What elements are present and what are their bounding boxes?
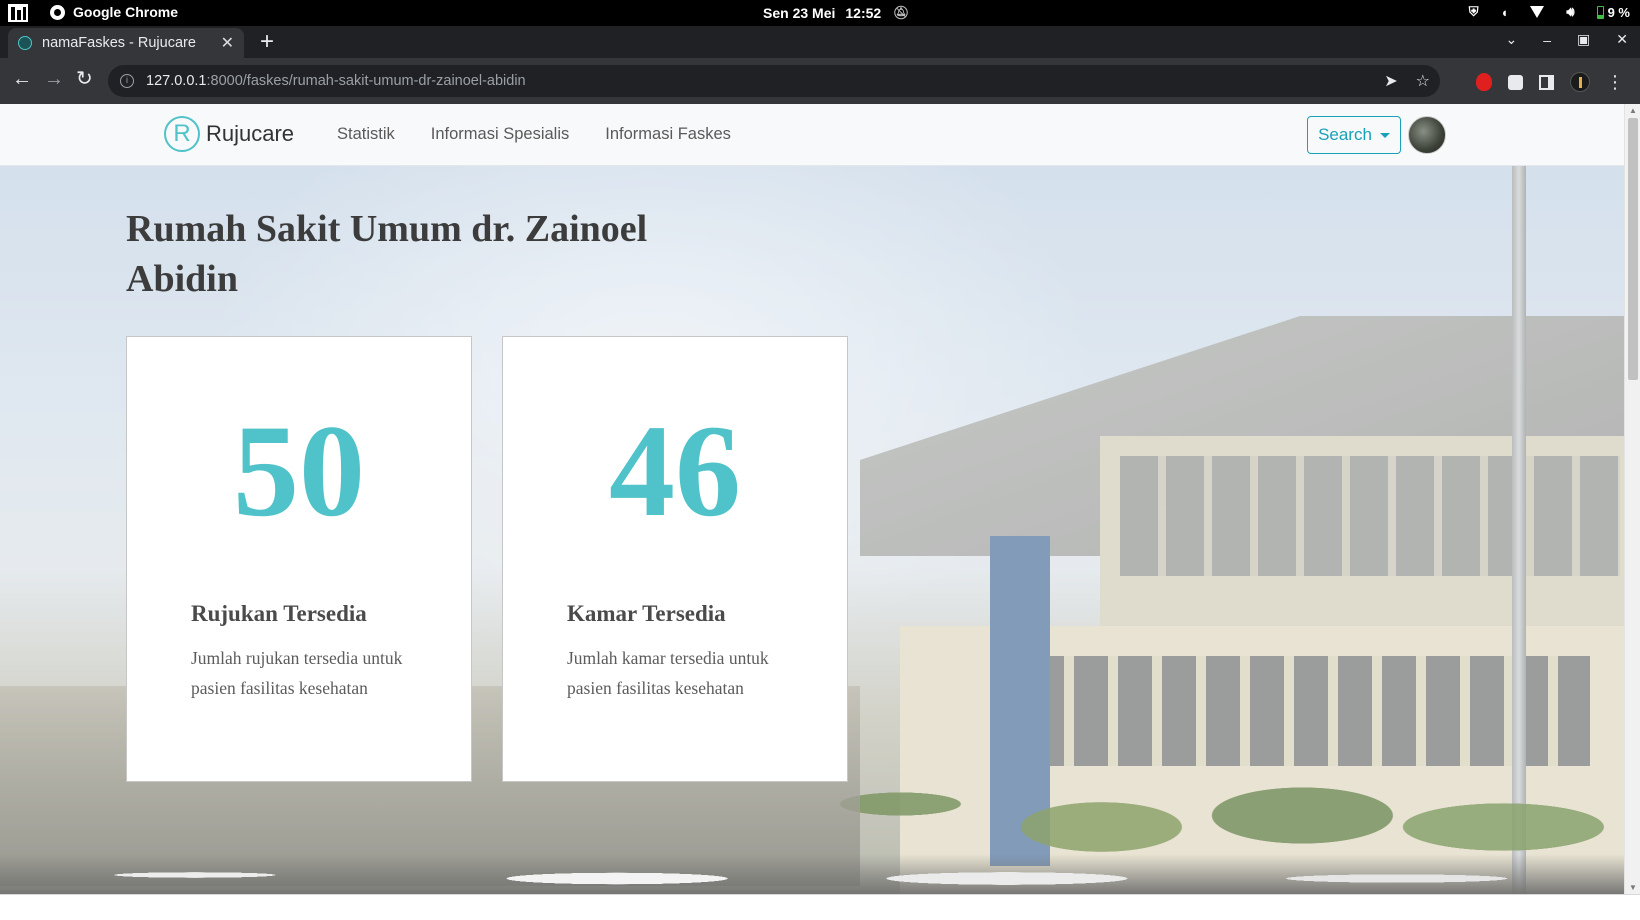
os-top-bar: Google Chrome Sen 23 Mei 12:52 🔕︎ ⛨ ◖ 🔊︎…: [0, 0, 1640, 26]
search-button-label: Search: [1318, 125, 1372, 144]
active-app-menu[interactable]: Google Chrome: [50, 4, 178, 20]
clock[interactable]: Sen 23 Mei 12:52: [763, 5, 881, 21]
side-panel-icon[interactable]: [1539, 74, 1554, 90]
maximize-icon[interactable]: ▣: [1577, 31, 1590, 48]
page-bottom-strip: [0, 894, 1640, 920]
url-text: 127.0.0.1:8000/faskes/rumah-sakit-umum-d…: [146, 73, 526, 89]
clock-date: Sen 23 Mei: [763, 5, 836, 21]
browser-tab[interactable]: namaFaskes - Rujucare ✕: [8, 28, 244, 58]
stat-value: 46: [609, 397, 741, 544]
tab-favicon-icon: [18, 36, 32, 50]
stat-title: Rujukan Tersedia: [191, 601, 367, 626]
profile-avatar-icon[interactable]: [1570, 72, 1590, 92]
active-app-name: Google Chrome: [73, 4, 179, 20]
nav-link-informasi-faskes[interactable]: Informasi Faskes: [605, 125, 731, 144]
site-navbar: R Rujucare Statistik Informasi Spesialis…: [0, 104, 1624, 166]
url-path: :8000/faskes/rumah-sakit-umum-dr-zainoel…: [206, 73, 526, 89]
back-icon[interactable]: ←: [12, 69, 32, 89]
page-title: Rumah Sakit Umum dr. Zainoel Abidin: [126, 208, 648, 300]
brand-name: Rujucare: [206, 121, 295, 146]
notifications-muted-icon: 🔕︎: [893, 5, 910, 20]
chrome-menu-icon[interactable]: ⋮: [1606, 73, 1624, 91]
battery-level: 9 %: [1607, 4, 1630, 20]
stat-description: Jumlah kamar tersedia untuk pasien fasil…: [567, 648, 769, 698]
nav-links: Statistik Informasi Spesialis Informasi …: [337, 125, 731, 144]
tab-strip: namaFaskes - Rujucare ✕ + ⌄ – ▣ ✕: [0, 26, 1640, 58]
minimize-icon[interactable]: –: [1543, 32, 1551, 48]
site-info-icon[interactable]: i: [120, 74, 134, 88]
brand-logo[interactable]: R Rujucare: [164, 116, 294, 152]
user-avatar[interactable]: [1408, 116, 1446, 154]
extensions-area: ⋮: [1476, 72, 1624, 92]
new-tab-icon[interactable]: +: [260, 30, 274, 54]
nav-link-informasi-spesialis[interactable]: Informasi Spesialis: [431, 125, 569, 144]
shield-icon: ⛨: [1468, 4, 1479, 19]
adblock-extension-icon[interactable]: [1476, 73, 1492, 91]
scroll-down-icon[interactable]: ▼: [1629, 883, 1637, 892]
reload-icon[interactable]: ↻: [76, 69, 93, 89]
activities-icon[interactable]: [8, 4, 28, 22]
close-window-icon[interactable]: ✕: [1616, 31, 1628, 48]
system-tray[interactable]: ⛨ ◖ 🔊︎ 9 %: [1469, 4, 1630, 20]
wifi-icon: [1530, 6, 1545, 18]
page-viewport: R Rujucare Statistik Informasi Spesialis…: [0, 104, 1624, 894]
scroll-up-icon[interactable]: ▲: [1629, 106, 1637, 115]
hospital-hero: Rumah Sakit Umum dr. Zainoel Abidin 50 R…: [0, 166, 1624, 894]
tab-search-chevron-icon[interactable]: ⌄: [1506, 31, 1518, 48]
nav-link-statistik[interactable]: Statistik: [337, 125, 395, 144]
window-controls: ⌄ – ▣ ✕: [1506, 31, 1629, 48]
stat-title: Kamar Tersedia: [567, 601, 726, 626]
page-scrollbar[interactable]: ▲ ▼: [1624, 104, 1640, 894]
brand-mark-icon: R: [164, 116, 200, 152]
search-dropdown-button[interactable]: Search: [1307, 116, 1401, 154]
volume-icon: 🔊︎: [1566, 4, 1575, 19]
battery-icon: [1596, 5, 1604, 19]
tab-title: namaFaskes - Rujucare: [42, 35, 196, 51]
forward-icon[interactable]: →: [44, 69, 64, 89]
url-host: 127.0.0.1: [146, 73, 207, 89]
battery-indicator: 9 %: [1596, 4, 1630, 20]
caret-down-icon: [1379, 132, 1390, 138]
headset-icon: ◖: [1500, 4, 1509, 20]
browser-toolbar: ← → ↻ i 127.0.0.1:8000/faskes/rumah-saki…: [0, 58, 1640, 104]
address-bar-actions: ➤ ☆: [1384, 71, 1430, 91]
clock-time: 12:52: [845, 5, 882, 21]
bookmark-star-icon[interactable]: ☆: [1416, 71, 1430, 91]
stat-card-kamar: 46 Kamar Tersedia Jumlah kamar tersedia …: [502, 336, 848, 782]
scrollbar-thumb[interactable]: [1628, 118, 1638, 380]
tab-close-icon[interactable]: ✕: [221, 33, 234, 53]
extensions-puzzle-icon[interactable]: [1508, 74, 1523, 90]
address-bar[interactable]: i 127.0.0.1:8000/faskes/rumah-sakit-umum…: [108, 65, 1440, 97]
stat-description: Jumlah rujukan tersedia untuk pasien fas…: [191, 648, 403, 698]
send-icon[interactable]: ➤: [1384, 71, 1397, 91]
stat-value: 50: [233, 397, 365, 544]
stat-card-rujukan: 50 Rujukan Tersedia Jumlah rujukan terse…: [126, 336, 472, 782]
chrome-icon: [50, 4, 65, 20]
